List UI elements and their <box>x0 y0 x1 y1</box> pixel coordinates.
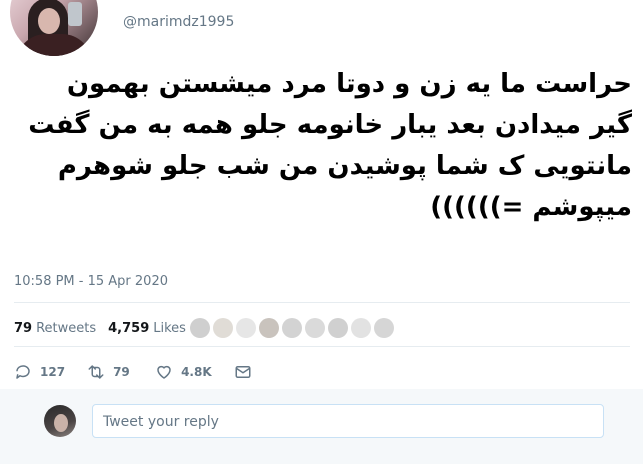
like-button[interactable]: 4.8K <box>155 363 212 381</box>
current-user-avatar <box>44 405 76 437</box>
retweet-icon <box>88 365 104 379</box>
liker-avatar[interactable] <box>213 318 233 338</box>
reply-input[interactable]: Tweet your reply <box>92 404 604 438</box>
retweet-button[interactable]: 79 <box>87 363 133 381</box>
likes-count: 4,759 <box>108 320 150 336</box>
tweet-header: @marimdz1995 <box>0 0 643 64</box>
author-avatar[interactable] <box>10 0 98 56</box>
heart-icon <box>157 365 171 379</box>
retweet-count: 79 <box>113 365 130 379</box>
like-count: 4.8K <box>181 365 212 379</box>
likes-stat[interactable]: 4,759 Likes <box>108 321 186 336</box>
likes-label: Likes <box>153 320 186 336</box>
liker-avatar[interactable] <box>374 318 394 338</box>
liker-avatar[interactable] <box>282 318 302 338</box>
retweets-stat[interactable]: 79 Retweets <box>14 321 96 336</box>
liker-avatar[interactable] <box>236 318 256 338</box>
reply-composer: Tweet your reply <box>0 389 643 464</box>
liker-avatar[interactable] <box>328 318 348 338</box>
liker-avatar[interactable] <box>259 318 279 338</box>
divider <box>14 346 630 347</box>
liker-avatar[interactable] <box>190 318 210 338</box>
tweet-actions: 127 79 4.8K <box>14 362 282 382</box>
direct-message-button[interactable] <box>234 363 260 381</box>
tweet-text: حراست ما یه زن و دوتا مرد میشستن بهمون گ… <box>28 69 632 222</box>
reply-count: 127 <box>40 365 66 379</box>
engagement-stats: 79 Retweets 4,759 Likes <box>14 318 186 338</box>
liker-avatar[interactable] <box>305 318 325 338</box>
envelope-icon <box>235 366 251 378</box>
liker-avatars <box>190 318 394 338</box>
retweets-label: Retweets <box>36 320 97 336</box>
liker-avatar[interactable] <box>351 318 371 338</box>
author-handle[interactable]: @marimdz1995 <box>123 14 234 30</box>
retweets-count: 79 <box>14 320 33 336</box>
divider <box>14 302 630 303</box>
tweet-timestamp[interactable]: 10:58 PM - 15 Apr 2020 <box>14 274 168 289</box>
reply-button[interactable]: 127 <box>14 363 65 381</box>
reply-icon <box>16 365 30 379</box>
